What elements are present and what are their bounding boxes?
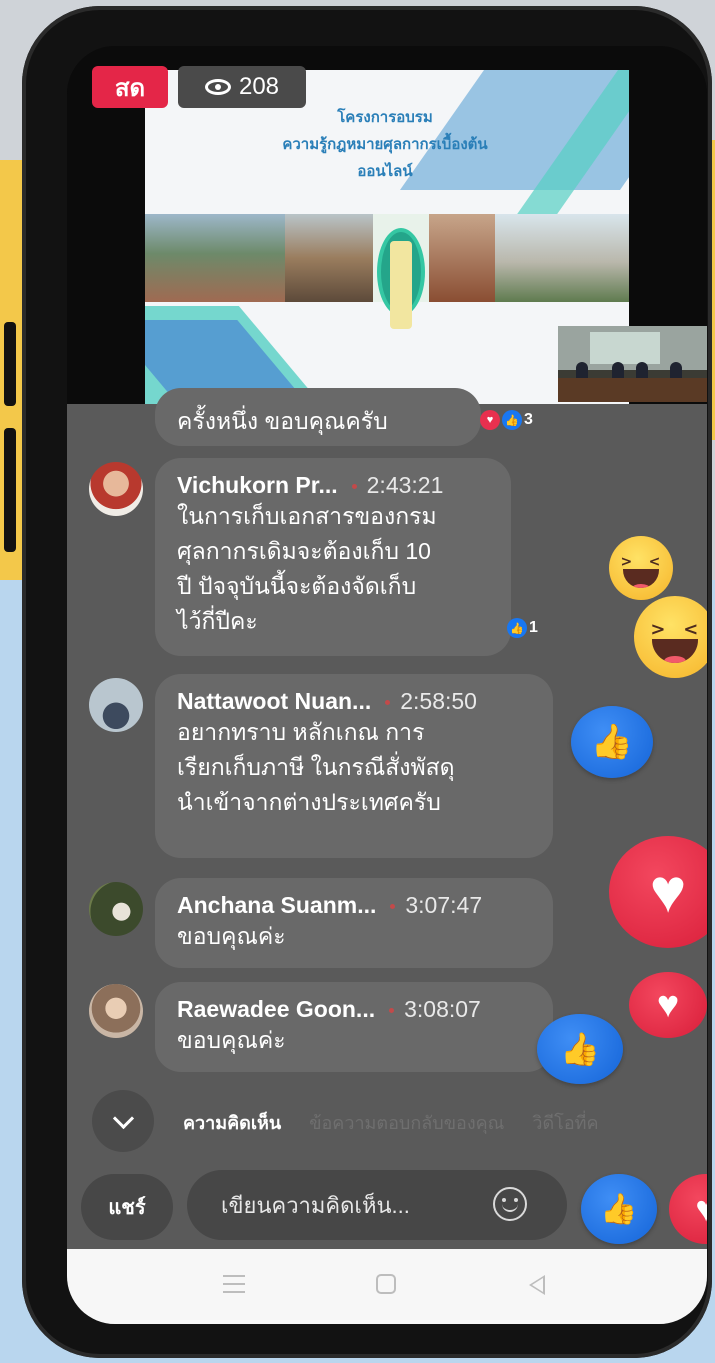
volume-up-button — [4, 322, 16, 406]
comment-bubble-partial: ครั้งหนึ่ง ขอบคุณครับ — [155, 388, 481, 446]
comment-input-placeholder: เขียนความคิดเห็น... — [221, 1192, 410, 1218]
comment-text-line: นำเข้าจากต่างประเทศครับ — [177, 789, 441, 815]
haha-reaction-icon: > < — [634, 596, 707, 678]
live-badge: สด — [92, 66, 168, 108]
building-photo-1 — [145, 214, 285, 302]
emoji-icon[interactable] — [493, 1187, 527, 1221]
presentation-slide: โครงการอบรม ความรู้กฎหมายศุลกากรเบื้องต้… — [145, 70, 629, 404]
comment-text: ขอบคุณค่ะ — [177, 923, 286, 949]
comment-text-line: เรียกเก็บภาษี ในกรณีสั่งพัสดุ — [177, 754, 455, 780]
building-photo-4 — [495, 214, 629, 302]
comment-text-line: ปี ปัจจุบันนี้จะต้องจัดเก็บ — [177, 573, 417, 599]
viewer-count: 208 — [238, 73, 280, 100]
comment-text-line: ไว้กี่ปีคะ — [177, 608, 258, 634]
comment-reactions[interactable]: ♥ 👍 3 — [480, 410, 533, 430]
like-button[interactable]: 👍 — [581, 1174, 657, 1244]
live-video[interactable]: โครงการอบรม ความรู้กฎหมายศุลกากรเบื้องต้… — [67, 46, 707, 404]
like-icon: 👍 — [502, 410, 522, 430]
comment-text: ครั้งหนึ่ง ขอบคุณครับ — [177, 408, 388, 434]
avatar[interactable] — [89, 462, 143, 516]
system-nav-bar — [67, 1249, 707, 1324]
slide-title-line-2: ความรู้กฎหมายศุลกากรเบื้องต้น — [282, 136, 488, 153]
comment-time: 3:08:07 — [404, 996, 481, 1022]
comment-text-line: ในการเก็บเอกสารของกรม — [177, 503, 437, 529]
tab-comments[interactable]: ความคิดเห็น — [183, 1108, 281, 1137]
avatar[interactable] — [89, 882, 143, 936]
comment-author[interactable]: Vichukorn Pr... — [177, 472, 338, 498]
customs-logo — [373, 214, 429, 329]
comment-input[interactable]: เขียนความคิดเห็น... — [187, 1170, 567, 1240]
slide-title-line-3: ออนไลน์ — [357, 163, 413, 180]
building-photo-2 — [285, 214, 373, 302]
haha-reaction-icon: > < — [609, 536, 673, 600]
comment-time: 2:43:21 — [366, 472, 444, 498]
comment-text-line: ศุลกากรเดิมจะต้องเก็บ 10 — [177, 538, 431, 564]
comment-reactions[interactable]: 👍 1 — [507, 618, 538, 638]
comment-author[interactable]: Nattawoot Nuan... — [177, 688, 371, 714]
eye-icon — [204, 79, 231, 95]
share-button[interactable]: แชร์ — [81, 1174, 173, 1240]
like-icon: 👍 — [507, 618, 527, 638]
heart-icon: ♥ — [480, 410, 500, 430]
viewer-count-badge: 208 — [178, 66, 306, 108]
comment-time: 3:07:47 — [405, 892, 483, 918]
phone-frame: โครงการอบรม ความรู้กฎหมายศุลกากรเบื้องต้… — [4, 6, 712, 1358]
recent-apps-icon[interactable] — [223, 1275, 245, 1293]
building-photo-3 — [429, 214, 495, 302]
heart-icon: ♥ — [695, 1188, 707, 1229]
back-icon[interactable] — [529, 1275, 545, 1295]
comment-author[interactable]: Raewadee Goon... — [177, 996, 375, 1022]
comment-bubble: Vichukorn Pr... 2:43:21 ในการเก็บเอกสารขอ… — [155, 458, 511, 656]
reaction-count: 3 — [524, 411, 533, 428]
avatar[interactable] — [89, 984, 143, 1038]
comment-time: 2:58:50 — [400, 688, 477, 714]
home-icon[interactable] — [376, 1274, 396, 1294]
comment-bubble: Raewadee Goon... 3:08:07 ขอบคุณค่ะ — [155, 982, 553, 1072]
comment-tabs: ความคิดเห็น ข้อความตอบกลับของคุณ วิดีโอท… — [183, 1108, 599, 1137]
tab-your-replies[interactable]: ข้อความตอบกลับของคุณ — [309, 1108, 504, 1137]
comment-text: ขอบคุณค่ะ — [177, 1027, 286, 1053]
slide-title-line-1: โครงการอบรม — [337, 109, 433, 126]
like-icon: 👍 — [600, 1192, 638, 1226]
live-comments-panel[interactable]: ครั้งหนึ่ง ขอบคุณครับ ♥ 👍 3 Vichukorn Pr… — [67, 388, 707, 1324]
presenter-video-inset — [558, 326, 707, 402]
heart-reaction-icon: ♥ — [609, 836, 707, 948]
heart-reaction-icon: ♥ — [629, 972, 707, 1038]
comment-bubble: Nattawoot Nuan... 2:58:50 อยากทราบ หลักเก… — [155, 674, 553, 858]
chevron-down-icon — [112, 1107, 134, 1129]
love-button[interactable]: ♥ — [669, 1174, 707, 1244]
slide-title: โครงการอบรม ความรู้กฎหมายศุลกากรเบื้องต้… — [235, 104, 535, 185]
phone-screen: โครงการอบรม ความรู้กฎหมายศุลกากรเบื้องต้… — [67, 46, 707, 1324]
like-reaction-icon: 👍 — [537, 1014, 623, 1084]
collapse-comments-button[interactable] — [92, 1090, 154, 1152]
comment-text-line: อยากทราบ หลักเกณ การ — [177, 719, 425, 745]
like-reaction-icon: 👍 — [571, 706, 653, 778]
slide-photo-strip — [145, 214, 629, 329]
comment-bubble: Anchana Suanm... 3:07:47 ขอบคุณค่ะ — [155, 878, 553, 968]
volume-down-button — [4, 428, 16, 552]
avatar[interactable] — [89, 678, 143, 732]
comment-author[interactable]: Anchana Suanm... — [177, 892, 376, 918]
tab-videos[interactable]: วิดีโอที่ค — [532, 1108, 598, 1137]
reaction-count: 1 — [529, 619, 538, 636]
